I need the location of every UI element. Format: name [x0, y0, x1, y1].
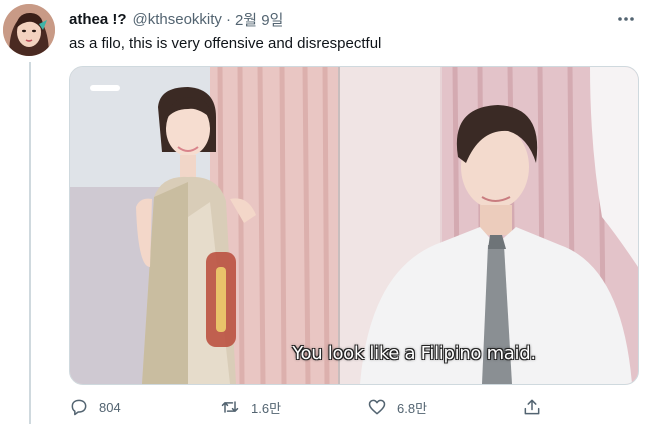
share-upload-icon: [524, 399, 540, 415]
retweet-button[interactable]: 1.6만: [219, 394, 281, 420]
media-still: [70, 67, 638, 384]
action-bar: 804 1.6만 6.8만: [69, 394, 629, 420]
tweet-date[interactable]: 2월 9일: [235, 9, 283, 30]
heart-icon: [368, 399, 386, 415]
more-dots-icon: [618, 17, 634, 21]
tweet-media-image[interactable]: You look like a Filipino maid.: [69, 66, 639, 385]
more-options-button[interactable]: [612, 8, 640, 30]
reply-button[interactable]: 804: [69, 394, 121, 420]
tweet[interactable]: athea !? @kthseokkity · 2월 9일 as a filo,…: [0, 0, 658, 424]
like-count: 6.8만: [397, 400, 428, 416]
share-button[interactable]: [522, 394, 552, 420]
reply-bubble-icon: [71, 399, 87, 416]
like-button[interactable]: 6.8만: [367, 394, 427, 420]
tweet-text: as a filo, this is very offensive and di…: [69, 35, 382, 52]
reply-count: 804: [99, 399, 121, 415]
separator-dot: ·: [225, 10, 231, 28]
user-handle[interactable]: @kthseokkity: [133, 11, 222, 28]
avatar[interactable]: [3, 4, 55, 56]
retweet-arrows-icon: [221, 401, 239, 413]
retweet-count: 1.6만: [251, 400, 282, 416]
media-caption: You look like a Filipino maid.: [292, 343, 536, 364]
tweet-header: athea !? @kthseokkity · 2월 9일: [69, 8, 283, 30]
display-name[interactable]: athea !?: [69, 11, 127, 28]
thread-line: [29, 62, 31, 424]
